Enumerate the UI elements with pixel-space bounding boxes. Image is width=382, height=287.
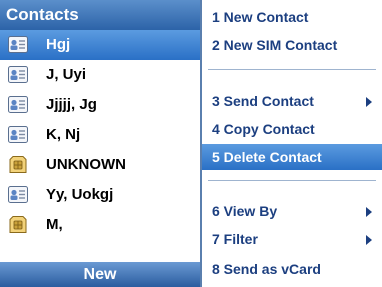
contact-card-icon (8, 36, 28, 53)
contact-row[interactable]: Hgj (0, 30, 200, 60)
contact-card-icon (8, 186, 28, 203)
contact-row[interactable]: Jjjjj, Jg (0, 90, 200, 120)
menu-separator (208, 69, 376, 70)
menu-item-label: 4 Copy Contact (212, 121, 315, 137)
menu-item-new-contact[interactable]: 1 New Contact (202, 4, 382, 30)
sim-card-icon (9, 216, 27, 233)
submenu-arrow-icon (366, 207, 372, 217)
contact-card-icon (8, 96, 28, 113)
menu-item-view-by[interactable]: 6 View By (202, 198, 382, 224)
contact-card-icon (8, 126, 28, 143)
contact-row[interactable]: UNKNOWN (0, 150, 200, 180)
contact-card-icon (8, 66, 28, 83)
contact-row[interactable]: Yy, Uokgj (0, 180, 200, 210)
submenu-arrow-icon (366, 97, 372, 107)
menu-item-label: 7 Filter (212, 231, 258, 247)
menu-item-filter[interactable]: 7 Filter (202, 226, 382, 252)
menu-separator (208, 180, 376, 181)
contact-row[interactable]: K, Nj (0, 120, 200, 150)
context-menu: 1 New Contact 2 New SIM Contact 3 Send C… (200, 0, 382, 287)
menu-item-label: 2 New SIM Contact (212, 37, 338, 53)
submenu-arrow-icon (366, 235, 372, 245)
menu-item-label: 1 New Contact (212, 9, 309, 25)
menu-item-label: 3 Send Contact (212, 93, 314, 109)
menu-item-new-sim-contact[interactable]: 2 New SIM Contact (202, 32, 382, 58)
menu-item-delete-contact[interactable]: 5 Delete Contact (202, 144, 382, 170)
page-title: Contacts (6, 5, 79, 24)
contact-name: Jjjjj, Jg (46, 96, 97, 113)
menu-item-label: 6 View By (212, 203, 278, 219)
softkey-label: New (83, 266, 117, 283)
contact-name: Yy, Uokgj (46, 186, 114, 203)
contact-name: UNKNOWN (46, 156, 126, 173)
contact-name: M, (46, 216, 63, 233)
sim-card-icon (9, 156, 27, 173)
menu-item-copy-contact[interactable]: 4 Copy Contact (202, 116, 382, 142)
menu-item-send-contact[interactable]: 3 Send Contact (202, 88, 382, 114)
contacts-title-bar: Contacts (0, 0, 200, 30)
contact-name: K, Nj (46, 126, 81, 143)
menu-item-label: 5 Delete Contact (212, 149, 322, 165)
contact-row[interactable]: M, (0, 210, 200, 240)
new-softkey-button[interactable]: New (0, 262, 200, 287)
contact-name: Hgj (46, 36, 71, 53)
menu-item-label: 8 Send as vCard (212, 261, 321, 277)
menu-item-send-as-vcard[interactable]: 8 Send as vCard (202, 256, 382, 282)
contact-name: J, Uyi (46, 66, 87, 83)
contact-row[interactable]: J, Uyi (0, 60, 200, 90)
